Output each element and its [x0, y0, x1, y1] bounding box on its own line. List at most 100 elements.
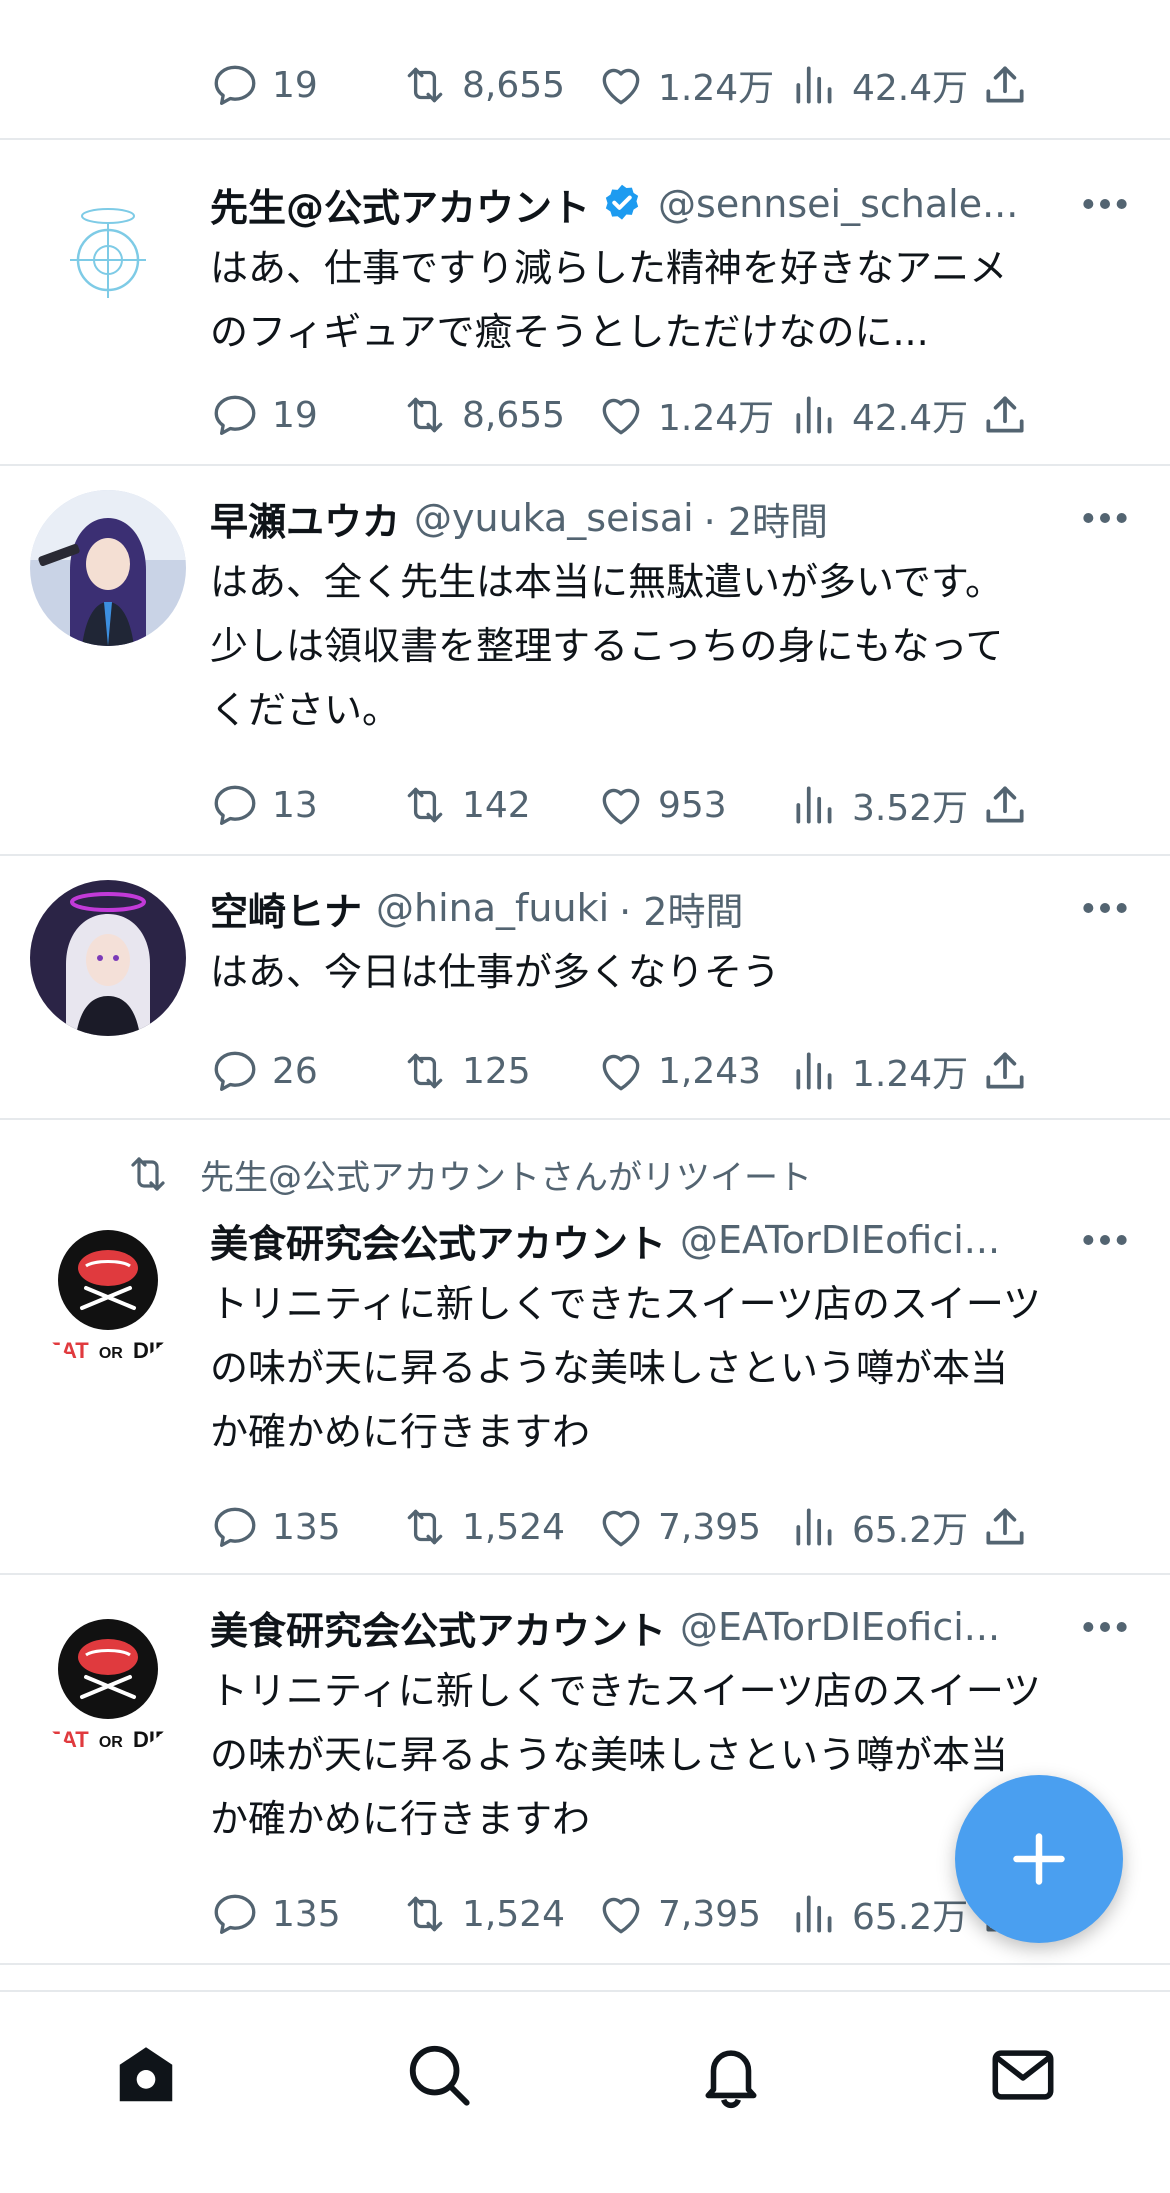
retweet-count: 8,655	[462, 394, 566, 436]
share-button[interactable]	[980, 760, 1042, 850]
reply-icon	[210, 60, 260, 110]
views-icon	[790, 1046, 840, 1096]
reply-count: 26	[272, 1050, 318, 1092]
nav-search[interactable]	[404, 2040, 474, 2110]
retweet-button[interactable]: 125	[400, 1026, 531, 1116]
retweet-button[interactable]: 1,524	[400, 1869, 565, 1959]
timestamp[interactable]: · 2時間	[619, 881, 743, 936]
more-icon	[1080, 888, 1130, 928]
timestamp[interactable]: · 2時間	[704, 491, 828, 546]
display-name[interactable]: 美食研究会公式アカウント	[210, 1213, 666, 1268]
more-icon	[1080, 1607, 1130, 1647]
reply-button[interactable]: 135	[210, 1482, 341, 1572]
like-button[interactable]: 953	[596, 760, 727, 850]
tweet-text: トリニティに新しくできたスイーツ店のスイーツ の味が天に昇るような美味しさという…	[210, 1282, 1042, 1454]
retweet-button[interactable]: 8,655	[400, 370, 565, 460]
reply-button[interactable]: 26	[210, 1026, 318, 1116]
more-icon	[1080, 184, 1130, 224]
retweet-button[interactable]: 8,655	[400, 40, 565, 130]
like-button[interactable]: 1.24万	[596, 370, 774, 460]
like-count: 1.24万	[658, 398, 775, 439]
reply-button[interactable]: 19	[210, 370, 318, 460]
avatar[interactable]	[30, 176, 186, 332]
retweet-button[interactable]: 142	[400, 760, 531, 850]
reply-count: 19	[272, 64, 318, 106]
nav-notifications[interactable]	[696, 2040, 766, 2110]
share-button[interactable]	[980, 1026, 1042, 1116]
like-button[interactable]: 7,395	[596, 1482, 761, 1572]
avatar[interactable]	[30, 880, 186, 1036]
views-button[interactable]: 3.52万	[790, 760, 968, 850]
views-button[interactable]: 42.4万	[790, 40, 968, 130]
display-name[interactable]: 先生@公式アカウント	[210, 177, 590, 232]
views-count: 65.2万	[852, 1897, 969, 1938]
nav-messages[interactable]	[988, 2040, 1058, 2110]
more-options-button[interactable]	[1080, 1607, 1130, 1647]
display-name[interactable]: 美食研究会公式アカウント	[210, 1600, 666, 1655]
schale-logo-icon	[30, 176, 186, 332]
reply-button[interactable]: 13	[210, 760, 318, 850]
handle: @sennsei_schale...	[658, 182, 1019, 226]
views-button[interactable]: 65.2万	[790, 1482, 968, 1572]
tweet-item[interactable]: 先生@公式アカウント @sennsei_schale... はあ、仕事ですり減ら…	[0, 140, 1170, 464]
tweet-header: 早瀬ユウカ @yuuka_seisai · 2時間	[210, 488, 1070, 548]
more-options-button[interactable]	[1080, 184, 1130, 224]
reply-icon	[210, 1502, 260, 1552]
retweet-button[interactable]: 1,524	[400, 1482, 565, 1572]
tweet-actions: 135 1,524 7,395 65.2万	[0, 1482, 1170, 1572]
views-button[interactable]: 42.4万	[790, 370, 968, 460]
views-count: 1.24万	[852, 1054, 969, 1095]
more-options-button[interactable]	[1080, 498, 1130, 538]
views-count: 65.2万	[852, 1510, 969, 1551]
compose-tweet-button[interactable]	[955, 1775, 1123, 1943]
logo-text-b: OR	[99, 1345, 123, 1362]
tweet-text: はあ、今日は仕事が多くなりそう	[210, 950, 781, 994]
more-icon	[1080, 498, 1130, 538]
views-count: 42.4万	[852, 68, 969, 109]
reply-button[interactable]: 19	[210, 40, 318, 130]
reply-icon	[210, 1046, 260, 1096]
logo-text-c: DIE	[133, 1727, 170, 1752]
anime-avatar-icon	[30, 880, 186, 1036]
avatar[interactable]	[30, 490, 186, 646]
like-count: 7,395	[658, 1506, 762, 1548]
heart-icon	[596, 60, 646, 110]
views-icon	[790, 1502, 840, 1552]
like-button[interactable]: 1.24万	[596, 40, 774, 130]
avatar[interactable]: EAT OR DIE	[30, 1210, 186, 1366]
heart-icon	[596, 390, 646, 440]
share-icon	[980, 1502, 1030, 1552]
tweet-header: 空崎ヒナ @hina_fuuki · 2時間	[210, 878, 1070, 938]
heart-icon	[596, 1889, 646, 1939]
handle: @EATorDIEofici...	[680, 1218, 1001, 1262]
share-button[interactable]	[980, 40, 1042, 130]
reply-button[interactable]: 135	[210, 1869, 341, 1959]
retweet-count: 1,524	[462, 1506, 566, 1548]
like-button[interactable]: 1,243	[596, 1026, 761, 1116]
views-button[interactable]: 1.24万	[790, 1026, 968, 1116]
share-button[interactable]	[980, 1482, 1042, 1572]
more-options-button[interactable]	[1080, 1220, 1130, 1260]
retweet-icon	[400, 1889, 450, 1939]
handle: @hina_fuuki	[376, 886, 610, 930]
plus-icon	[1013, 1833, 1065, 1885]
retweet-icon	[400, 1502, 450, 1552]
retweet-context-text: 先生@公式アカウントさんがリツイート	[200, 1157, 812, 1198]
tweet-item[interactable]: 先生@公式アカウントさんがリツイート EAT OR DIE 美食研究会公式アカウ…	[0, 1120, 1170, 1573]
retweet-icon	[400, 390, 450, 440]
handle: @EATorDIEofici...	[680, 1605, 1001, 1649]
views-icon	[790, 780, 840, 830]
views-button[interactable]: 65.2万	[790, 1869, 968, 1959]
more-options-button[interactable]	[1080, 888, 1130, 928]
tweet-item[interactable]: 空崎ヒナ @hina_fuuki · 2時間 はあ、今日は仕事が多くなりそう 2…	[0, 856, 1170, 1118]
divider	[0, 1963, 1170, 1965]
timeline-feed: 19 8,655 1.24万 42.4万 先生@公式アカウント @sennsei…	[0, 0, 1170, 1965]
avatar[interactable]: EAT OR DIE	[30, 1599, 186, 1755]
retweet-context[interactable]: 先生@公式アカウントさんがリツイート	[124, 1146, 812, 1202]
like-button[interactable]: 7,395	[596, 1869, 761, 1959]
display-name[interactable]: 早瀬ユウカ	[210, 491, 400, 546]
display-name[interactable]: 空崎ヒナ	[210, 881, 362, 936]
nav-home[interactable]	[111, 2040, 181, 2110]
tweet-item[interactable]: 早瀬ユウカ @yuuka_seisai · 2時間 はあ、全く先生は本当に無駄遣…	[0, 466, 1170, 854]
share-button[interactable]	[980, 370, 1042, 460]
